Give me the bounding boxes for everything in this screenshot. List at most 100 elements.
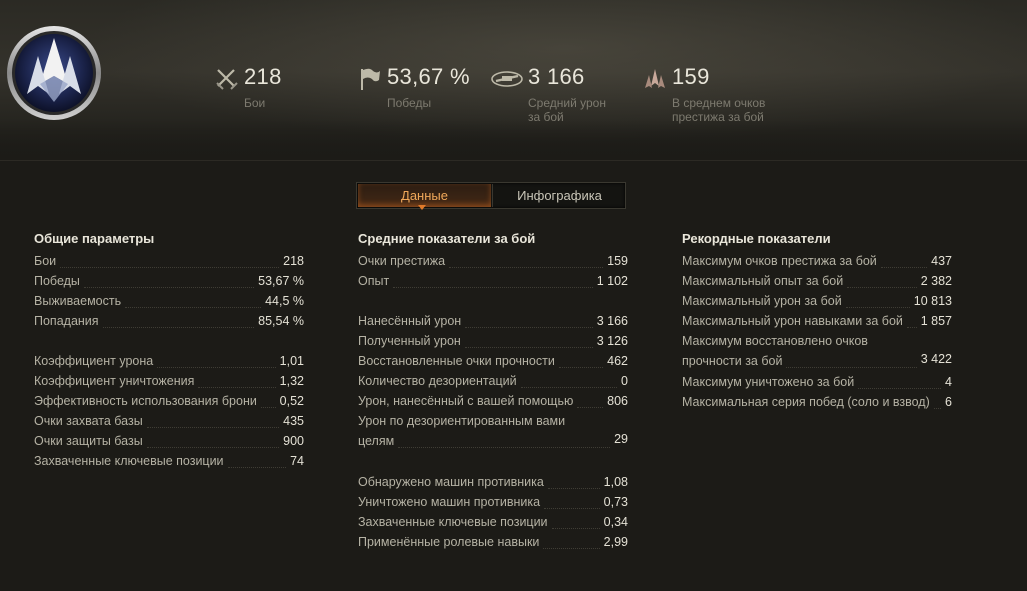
row-value: 218 xyxy=(283,254,304,268)
dotted-leader xyxy=(577,407,603,408)
row-value: 85,54 % xyxy=(258,314,304,328)
dotted-leader xyxy=(60,267,279,268)
dotted-leader xyxy=(147,427,279,428)
row-label: Эффективность использования брони xyxy=(34,394,257,408)
row-value: 462 xyxy=(607,354,628,368)
dotted-leader xyxy=(147,447,279,448)
stat-avg-damage-value: 3 166 xyxy=(528,64,585,89)
row-label: Очки защиты базы xyxy=(34,434,143,448)
dotted-leader xyxy=(858,388,941,389)
dotted-leader xyxy=(465,347,593,348)
table-row: Количество дезориентаций 0 xyxy=(358,374,628,392)
row-value: 3 166 xyxy=(596,314,628,328)
row-label: Восстановленные очки прочности xyxy=(358,354,555,368)
dotted-leader xyxy=(544,508,600,509)
row-label: Уничтожено машин противника xyxy=(358,495,541,509)
dotted-leader xyxy=(934,408,941,409)
row-label: Максимум уничтожено за бой xyxy=(682,375,855,389)
table-row: Максимальный урон за бой 10 813 xyxy=(682,294,952,312)
table-row: Очки защиты базы 900 xyxy=(34,434,304,452)
row-value: 435 xyxy=(283,414,304,428)
row-value: 10 813 xyxy=(913,294,952,308)
row-label: Максимальный опыт за бой xyxy=(682,274,844,288)
rank-emblem-icon xyxy=(7,26,101,120)
row-value: 0,73 xyxy=(603,495,628,509)
stat-wins-label: Победы xyxy=(387,96,432,110)
dotted-leader xyxy=(449,267,603,268)
table-row: Полученный урон 3 126 xyxy=(358,334,628,352)
dotted-leader xyxy=(84,287,254,288)
table-row: Максимальный опыт за бой 2 382 xyxy=(682,274,952,292)
row-label: Очки престижа xyxy=(358,254,446,268)
table-row: Бои 218 xyxy=(34,254,304,272)
row-label: Максимальная серия побед (соло и взвод) xyxy=(682,395,930,409)
table-row: Урон, нанесённый с вашей помощью 806 xyxy=(358,394,628,412)
table-row: Очки престижа 159 xyxy=(358,254,628,272)
row-label: Опыт xyxy=(358,274,390,288)
row-value: 44,5 % xyxy=(265,294,304,308)
table-row: Попадания 85,54 % xyxy=(34,314,304,332)
row-label: Попадания xyxy=(34,314,99,328)
dotted-leader xyxy=(125,307,261,308)
dotted-leader xyxy=(521,387,617,388)
table-row: Максимальная серия побед (соло и взвод) 6 xyxy=(682,395,952,413)
table-row: Коэффициент урона 1,01 xyxy=(34,354,304,372)
table-row: Максимум восстановлено очков прочности з… xyxy=(682,334,952,372)
table-row: Эффективность использования брони 0,52 xyxy=(34,394,304,412)
dotted-leader xyxy=(198,387,276,388)
dotted-leader xyxy=(881,267,927,268)
dotted-leader xyxy=(559,367,603,368)
row-label: Выживаемость xyxy=(34,294,122,308)
row-label: Полученный урон xyxy=(358,334,461,348)
tab-infographic[interactable]: Инфографика xyxy=(492,184,626,207)
stat-wins-value: 53,67 % xyxy=(387,64,470,89)
row-label: Максимум очков престижа за бой xyxy=(682,254,877,268)
row-value: 3 422 xyxy=(920,352,952,366)
dotted-leader xyxy=(543,548,600,549)
row-value: 1,08 xyxy=(603,475,628,489)
row-value: 0 xyxy=(621,374,628,388)
row-label: Бои xyxy=(34,254,57,268)
row-label: Нанесённый урон xyxy=(358,314,462,328)
table-row: Восстановленные очки прочности 462 xyxy=(358,354,628,372)
table-row: Максимум очков престижа за бой 437 xyxy=(682,254,952,272)
tab-data[interactable]: Данные xyxy=(358,184,491,207)
row-label: Коэффициент урона xyxy=(34,354,154,368)
table-row: Применённые ролевые навыки 2,99 xyxy=(358,535,628,553)
stat-battles-value: 218 xyxy=(244,64,282,89)
row-label: Победы xyxy=(34,274,80,288)
table-row: Захваченные ключевые позиции 0,34 xyxy=(358,515,628,533)
row-label: Максимальный урон за бой xyxy=(682,294,842,308)
row-label: Очки захвата базы xyxy=(34,414,143,428)
row-label: Урон по дезориентированным вами xyxy=(358,414,566,428)
row-value: 1,01 xyxy=(279,354,304,368)
table-row: Максимум уничтожено за бой 4 xyxy=(682,375,952,393)
row-label: Максимальный урон навыками за бой xyxy=(682,314,903,328)
stat-battles-label: Бои xyxy=(244,96,266,110)
dotted-leader xyxy=(228,467,286,468)
table-row: Максимальный урон навыками за бой 1 857 xyxy=(682,314,952,332)
general-title: Общие параметры xyxy=(34,231,155,246)
table-row: Уничтожено машин противника 0,73 xyxy=(358,495,628,513)
stat-avg-damage-label: Средний урон за бой xyxy=(528,96,606,124)
row-label: Максимум восстановлено очков xyxy=(682,334,868,348)
row-value: 806 xyxy=(607,394,628,408)
row-label-continued: целям xyxy=(358,434,395,448)
row-label: Захваченные ключевые позиции xyxy=(34,454,224,468)
row-value: 74 xyxy=(290,454,304,468)
row-value: 4 xyxy=(945,375,952,389)
crossed-swords-icon xyxy=(216,69,238,90)
table-row: Выживаемость 44,5 % xyxy=(34,294,304,312)
row-value: 0,34 xyxy=(603,515,628,529)
row-label: Коэффициент уничтожения xyxy=(34,374,195,388)
prestige-chevron-icon xyxy=(645,69,665,88)
row-label: Обнаружено машин противника xyxy=(358,475,544,489)
dotted-leader xyxy=(157,367,276,368)
row-value: 1 857 xyxy=(920,314,952,328)
row-value: 0,52 xyxy=(279,394,304,408)
table-row: Очки захвата базы 435 xyxy=(34,414,304,432)
table-row: Коэффициент уничтожения 1,32 xyxy=(34,374,304,392)
dotted-leader xyxy=(465,327,593,328)
table-row: Захваченные ключевые позиции 74 xyxy=(34,454,304,472)
row-label: Урон, нанесённый с вашей помощью xyxy=(358,394,574,408)
